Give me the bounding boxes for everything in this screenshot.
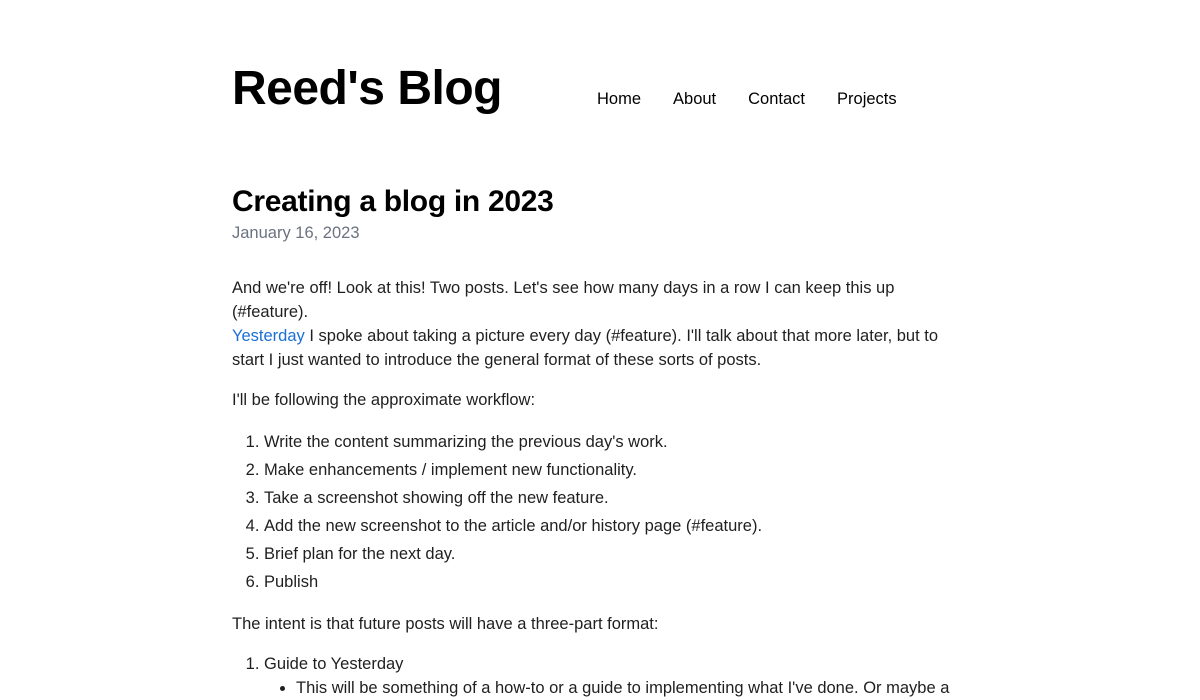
nav-home-link[interactable]: Home xyxy=(597,90,641,109)
list-item: Make enhancements / implement new functi… xyxy=(264,456,972,484)
list-item: Guide to Yesterday This will be somethin… xyxy=(264,652,972,700)
workflow-list: Write the content summarizing the previo… xyxy=(232,428,972,596)
post-title: Creating a blog in 2023 xyxy=(232,185,554,218)
format-intro: The intent is that future posts will hav… xyxy=(232,615,659,633)
list-item: Add the new screenshot to the article an… xyxy=(264,512,972,540)
nav-contact-link[interactable]: Contact xyxy=(748,90,805,109)
list-item: Publish xyxy=(264,568,972,596)
list-item: Take a screenshot showing off the new fe… xyxy=(264,484,972,512)
main-nav: Home About Contact Projects xyxy=(597,90,897,109)
intro-rest-text: I spoke about taking a picture every day… xyxy=(232,327,939,369)
intro-text: And we're off! Look at this! Two posts. … xyxy=(232,279,895,321)
list-item: Write the content summarizing the previo… xyxy=(264,428,972,456)
intro-paragraph: And we're off! Look at this! Two posts. … xyxy=(232,276,972,372)
yesterday-link[interactable]: Yesterday xyxy=(232,327,305,345)
list-item: Brief plan for the next day. xyxy=(264,540,972,568)
site-title[interactable]: Reed's Blog xyxy=(232,58,502,120)
nav-about-link[interactable]: About xyxy=(673,90,716,109)
site-header: Reed's Blog Home About Contact Projects xyxy=(232,58,972,128)
format-part-label: Guide to Yesterday xyxy=(264,655,404,673)
post-date: January 16, 2023 xyxy=(232,224,360,242)
nav-projects-link[interactable]: Projects xyxy=(837,90,897,109)
format-list: Guide to Yesterday This will be somethin… xyxy=(232,652,972,700)
workflow-intro: I'll be following the approximate workfl… xyxy=(232,391,536,409)
post-content: And we're off! Look at this! Two posts. … xyxy=(232,276,972,700)
format-sublist: This will be something of a how-to or a … xyxy=(264,676,972,700)
sublist-item: This will be something of a how-to or a … xyxy=(296,676,972,700)
